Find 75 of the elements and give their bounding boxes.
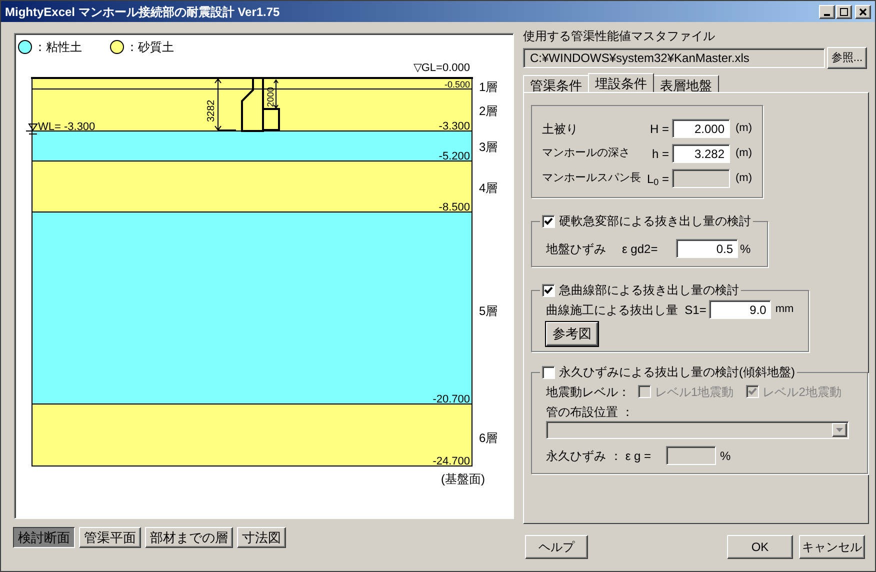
layer-label: 6層 bbox=[479, 431, 498, 445]
field-label: 永久ひずみ bbox=[546, 448, 607, 464]
layer-label: 2層 bbox=[479, 104, 498, 118]
tab[interactable]: 埋設条件 bbox=[588, 73, 654, 92]
unit-label: % bbox=[740, 240, 751, 258]
maximize-button[interactable] bbox=[836, 4, 852, 18]
depth-label: -0.500 bbox=[444, 80, 470, 90]
depth-label: -5.200 bbox=[438, 150, 470, 162]
checkbox[interactable] bbox=[542, 366, 555, 378]
checkbox[interactable] bbox=[746, 385, 759, 398]
layer-label: 1層 bbox=[479, 80, 498, 94]
unit-label: (m) bbox=[736, 146, 752, 162]
checkbox[interactable] bbox=[638, 385, 651, 398]
group-title: 永久ひずみによる抜出し量の検討(傾斜地盤) bbox=[559, 364, 795, 381]
field-label: 地震動レベル： bbox=[546, 384, 631, 400]
field-label: 管の布設位置 ： bbox=[546, 404, 634, 420]
dimension-label: 3282 bbox=[206, 100, 217, 122]
tab[interactable]: 管渠条件 bbox=[523, 75, 589, 92]
minimize-button[interactable] bbox=[819, 4, 835, 18]
unit-label: (m) bbox=[736, 171, 752, 186]
unit-label: mm bbox=[775, 302, 794, 318]
tab[interactable]: 表層地盤 bbox=[653, 75, 719, 92]
field-label: 曲線施工による抜出し量 S1= bbox=[546, 302, 706, 318]
view-button[interactable]: 寸法図 bbox=[237, 527, 286, 548]
value-field[interactable]: 2.000 bbox=[672, 119, 730, 138]
close-icon bbox=[859, 8, 867, 16]
group-title: 硬軟急変部による抜き出し量の検討 bbox=[559, 213, 751, 230]
reference-button[interactable]: 参考図 bbox=[546, 322, 598, 346]
checkbox-label: レベル2地震動 bbox=[762, 384, 842, 400]
browse-button[interactable]: 参照... bbox=[827, 47, 867, 69]
water-level-label: WL= -3.300 bbox=[38, 121, 96, 133]
view-button[interactable]: 部材までの層 bbox=[145, 527, 233, 548]
master-file-label: 使用する管渠性能値マスタファイル bbox=[523, 29, 716, 43]
dialog-button[interactable]: キャンセル bbox=[799, 535, 865, 559]
dialog-button[interactable]: ヘルプ bbox=[525, 535, 588, 559]
checkbox-label: レベル1地震動 bbox=[655, 384, 734, 400]
unit-label: (m) bbox=[736, 121, 752, 136]
close-button[interactable] bbox=[855, 4, 871, 18]
view-button[interactable]: 検討断面 bbox=[13, 527, 75, 548]
view-button[interactable]: 管渠平面 bbox=[79, 527, 141, 548]
depth-label: -20.700 bbox=[432, 394, 470, 406]
layer-label: 5層 bbox=[479, 304, 498, 318]
window-title: MightyExcel マンホール接続部の耐震設計 Ver1.75 bbox=[5, 4, 280, 20]
symbol-label: H = bbox=[648, 120, 670, 138]
value-field[interactable]: 0.5 bbox=[676, 239, 738, 258]
symbol-label: ε gd2= bbox=[622, 240, 659, 258]
checkbox[interactable] bbox=[542, 214, 555, 228]
value-field[interactable]: 3.282 bbox=[672, 144, 730, 163]
field-label: マンホールスパン長 bbox=[542, 171, 642, 186]
field-label: 地盤ひずみ bbox=[546, 240, 607, 258]
field-label: 土被り bbox=[542, 120, 579, 138]
layer-label: 4層 bbox=[479, 181, 498, 195]
symbol-label: L$_{0}$ = bbox=[646, 170, 670, 188]
value-field[interactable]: 9.0 bbox=[709, 300, 772, 319]
minimize-icon bbox=[824, 14, 830, 16]
group-title: 急曲線部による抜き出し量の検討 bbox=[559, 282, 739, 299]
dimension-label: 2000 bbox=[266, 86, 276, 107]
symbol-label: ： ε g = bbox=[610, 448, 652, 464]
unit-label: % bbox=[720, 448, 731, 464]
depth-label: -24.700 bbox=[432, 456, 470, 468]
checkbox[interactable] bbox=[542, 284, 555, 296]
depth-label: -3.300 bbox=[438, 120, 470, 132]
legend-label: ：砂質土 bbox=[126, 39, 174, 56]
file-path-field[interactable]: C:¥WINDOWS¥system32¥KanMaster.xls bbox=[523, 48, 825, 68]
value-field[interactable] bbox=[666, 446, 716, 465]
depth-label: -8.500 bbox=[438, 202, 470, 214]
legend-label: ：粘性土 bbox=[34, 39, 82, 56]
dialog-button[interactable]: OK bbox=[727, 535, 793, 559]
layer-label: 3層 bbox=[479, 140, 498, 154]
maximize-icon bbox=[840, 8, 848, 16]
base-label: (基盤面) bbox=[441, 472, 485, 486]
ground-level-label: ▽GL=0.000 bbox=[413, 62, 470, 74]
symbol-label: h = bbox=[650, 146, 670, 162]
field-label: マンホールの深さ bbox=[542, 146, 631, 162]
position-dropdown[interactable] bbox=[546, 421, 849, 439]
